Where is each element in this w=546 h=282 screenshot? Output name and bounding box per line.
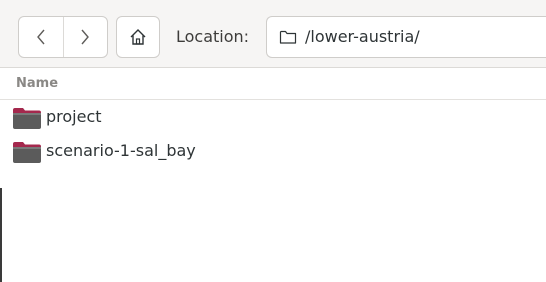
forward-button[interactable] [62,17,108,57]
toolbar: Location: /lower-austria/ [0,0,546,68]
file-manager-window: Location: /lower-austria/ Name project s… [0,0,546,282]
file-name: project [46,107,102,126]
list-item[interactable]: project [0,100,546,134]
home-button[interactable] [116,16,160,58]
folder-icon [13,108,41,129]
column-header-name[interactable]: Name [16,76,58,92]
folder-icon [13,142,41,163]
home-icon [130,29,146,45]
location-input[interactable]: /lower-austria/ [266,16,546,58]
navigation-buttons [18,16,108,58]
location-value: /lower-austria/ [305,27,420,46]
chevron-right-icon [81,29,90,45]
location-label: Location: [176,27,250,46]
folder-outline-icon [279,30,297,44]
list-item[interactable]: scenario-1-sal_bay [0,134,546,168]
file-list: project scenario-1-sal_bay [0,100,546,168]
back-button[interactable] [19,17,63,57]
window-edge [0,188,2,282]
file-name: scenario-1-sal_bay [46,141,196,160]
list-header: Name [0,68,546,100]
chevron-left-icon [36,29,45,45]
